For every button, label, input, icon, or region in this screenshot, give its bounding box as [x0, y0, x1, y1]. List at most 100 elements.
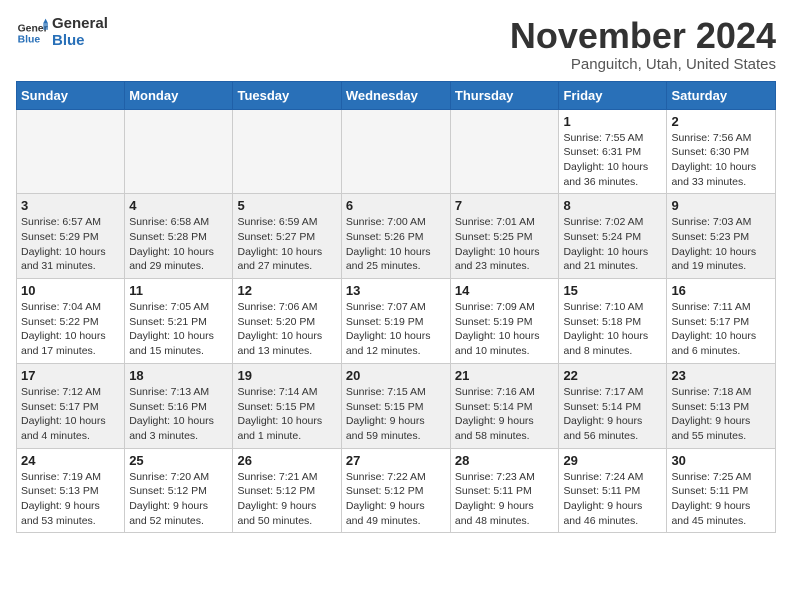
- day-info: Sunrise: 7:56 AM Sunset: 6:30 PM Dayligh…: [671, 131, 771, 190]
- day-info: Sunrise: 7:13 AM Sunset: 5:16 PM Dayligh…: [129, 385, 228, 444]
- day-info: Sunrise: 7:55 AM Sunset: 6:31 PM Dayligh…: [563, 131, 662, 190]
- day-info: Sunrise: 7:24 AM Sunset: 5:11 PM Dayligh…: [563, 470, 662, 529]
- day-number: 27: [346, 453, 446, 468]
- day-info: Sunrise: 7:09 AM Sunset: 5:19 PM Dayligh…: [455, 300, 555, 359]
- day-info: Sunrise: 7:14 AM Sunset: 5:15 PM Dayligh…: [237, 385, 336, 444]
- weekday-header-wednesday: Wednesday: [341, 81, 450, 109]
- calendar-cell: 23Sunrise: 7:18 AM Sunset: 5:13 PM Dayli…: [667, 363, 776, 448]
- logo-icon: General Blue: [16, 17, 48, 49]
- svg-text:Blue: Blue: [18, 34, 41, 45]
- weekday-header-sunday: Sunday: [17, 81, 125, 109]
- weekday-header-saturday: Saturday: [667, 81, 776, 109]
- day-number: 10: [21, 283, 120, 298]
- month-title: November 2024: [510, 16, 776, 56]
- day-number: 13: [346, 283, 446, 298]
- day-number: 1: [563, 114, 662, 129]
- calendar-cell: [233, 109, 341, 194]
- calendar-cell: 25 Sunrise: 7:20 AM Sunset: 5:12 PM Dayli…: [125, 448, 233, 533]
- calendar-cell: [341, 109, 450, 194]
- day-info: Sunrise: 7:06 AM Sunset: 5:20 PM Dayligh…: [237, 300, 336, 359]
- day-info: Sunrise: 7:12 AM Sunset: 5:17 PM Dayligh…: [21, 385, 120, 444]
- calendar-cell: 2 Sunrise: 7:56 AM Sunset: 6:30 PM Daylig…: [667, 109, 776, 194]
- day-info: Sunrise: 7:00 AM Sunset: 5:26 PM Dayligh…: [346, 215, 446, 274]
- calendar-header: SundayMondayTuesdayWednesdayThursdayFrid…: [17, 81, 776, 109]
- location-subtitle: Panguitch, Utah, United States: [510, 56, 776, 73]
- calendar-cell: 9Sunrise: 7:03 AM Sunset: 5:23 PM Daylig…: [667, 194, 776, 279]
- day-number: 3: [21, 198, 120, 213]
- day-number: 12: [237, 283, 336, 298]
- calendar-cell: 10 Sunrise: 7:04 AM Sunset: 5:22 PM Dayli…: [17, 279, 125, 364]
- day-info: Sunrise: 7:05 AM Sunset: 5:21 PM Dayligh…: [129, 300, 228, 359]
- day-number: 23: [671, 368, 771, 383]
- day-number: 11: [129, 283, 228, 298]
- day-info: Sunrise: 6:57 AM Sunset: 5:29 PM Dayligh…: [21, 215, 120, 274]
- calendar-cell: 1 Sunrise: 7:55 AM Sunset: 6:31 PM Daylig…: [559, 109, 667, 194]
- weekday-header-friday: Friday: [559, 81, 667, 109]
- calendar-week-4: 17Sunrise: 7:12 AM Sunset: 5:17 PM Dayli…: [17, 363, 776, 448]
- day-info: Sunrise: 7:25 AM Sunset: 5:11 PM Dayligh…: [671, 470, 771, 529]
- day-info: Sunrise: 7:03 AM Sunset: 5:23 PM Dayligh…: [671, 215, 771, 274]
- calendar-cell: 7Sunrise: 7:01 AM Sunset: 5:25 PM Daylig…: [450, 194, 559, 279]
- calendar-cell: 11 Sunrise: 7:05 AM Sunset: 5:21 PM Dayli…: [125, 279, 233, 364]
- calendar-cell: 24 Sunrise: 7:19 AM Sunset: 5:13 PM Dayli…: [17, 448, 125, 533]
- day-info: Sunrise: 7:17 AM Sunset: 5:14 PM Dayligh…: [563, 385, 662, 444]
- day-number: 21: [455, 368, 555, 383]
- day-number: 14: [455, 283, 555, 298]
- day-number: 19: [237, 368, 336, 383]
- logo-blue-text: Blue: [52, 33, 108, 50]
- day-number: 22: [563, 368, 662, 383]
- calendar-cell: [450, 109, 559, 194]
- calendar-cell: 13 Sunrise: 7:07 AM Sunset: 5:19 PM Dayli…: [341, 279, 450, 364]
- calendar-cell: 4Sunrise: 6:58 AM Sunset: 5:28 PM Daylig…: [125, 194, 233, 279]
- day-info: Sunrise: 7:19 AM Sunset: 5:13 PM Dayligh…: [21, 470, 120, 529]
- day-number: 16: [671, 283, 771, 298]
- calendar-cell: 5 Sunrise: 6:59 AM Sunset: 5:27 PM Daylig…: [233, 194, 341, 279]
- weekday-header-monday: Monday: [125, 81, 233, 109]
- calendar-cell: 30 Sunrise: 7:25 AM Sunset: 5:11 PM Dayli…: [667, 448, 776, 533]
- calendar-cell: 27 Sunrise: 7:22 AM Sunset: 5:12 PM Dayli…: [341, 448, 450, 533]
- calendar-cell: 16 Sunrise: 7:11 AM Sunset: 5:17 PM Dayli…: [667, 279, 776, 364]
- day-info: Sunrise: 7:22 AM Sunset: 5:12 PM Dayligh…: [346, 470, 446, 529]
- calendar-cell: 15 Sunrise: 7:10 AM Sunset: 5:18 PM Dayli…: [559, 279, 667, 364]
- day-number: 29: [563, 453, 662, 468]
- day-info: Sunrise: 7:10 AM Sunset: 5:18 PM Dayligh…: [563, 300, 662, 359]
- day-number: 25: [129, 453, 228, 468]
- calendar-cell: 18Sunrise: 7:13 AM Sunset: 5:16 PM Dayli…: [125, 363, 233, 448]
- day-number: 5: [237, 198, 336, 213]
- calendar-cell: 26 Sunrise: 7:21 AM Sunset: 5:12 PM Dayli…: [233, 448, 341, 533]
- day-number: 30: [671, 453, 771, 468]
- calendar-cell: 29 Sunrise: 7:24 AM Sunset: 5:11 PM Dayli…: [559, 448, 667, 533]
- calendar-cell: 21Sunrise: 7:16 AM Sunset: 5:14 PM Dayli…: [450, 363, 559, 448]
- day-info: Sunrise: 7:15 AM Sunset: 5:15 PM Dayligh…: [346, 385, 446, 444]
- day-info: Sunrise: 6:59 AM Sunset: 5:27 PM Dayligh…: [237, 215, 336, 274]
- day-number: 2: [671, 114, 771, 129]
- calendar-cell: 20Sunrise: 7:15 AM Sunset: 5:15 PM Dayli…: [341, 363, 450, 448]
- page-header: General Blue General Blue November 2024 …: [16, 16, 776, 73]
- day-info: Sunrise: 7:07 AM Sunset: 5:19 PM Dayligh…: [346, 300, 446, 359]
- calendar-cell: 6Sunrise: 7:00 AM Sunset: 5:26 PM Daylig…: [341, 194, 450, 279]
- weekday-header-tuesday: Tuesday: [233, 81, 341, 109]
- day-info: Sunrise: 7:20 AM Sunset: 5:12 PM Dayligh…: [129, 470, 228, 529]
- day-number: 24: [21, 453, 120, 468]
- calendar-week-5: 24 Sunrise: 7:19 AM Sunset: 5:13 PM Dayli…: [17, 448, 776, 533]
- title-block: November 2024 Panguitch, Utah, United St…: [510, 16, 776, 73]
- day-info: Sunrise: 7:04 AM Sunset: 5:22 PM Dayligh…: [21, 300, 120, 359]
- calendar-body: 1 Sunrise: 7:55 AM Sunset: 6:31 PM Daylig…: [17, 109, 776, 533]
- weekday-header-row: SundayMondayTuesdayWednesdayThursdayFrid…: [17, 81, 776, 109]
- calendar-cell: 3 Sunrise: 6:57 AM Sunset: 5:29 PM Daylig…: [17, 194, 125, 279]
- day-number: 28: [455, 453, 555, 468]
- logo: General Blue General Blue: [16, 16, 108, 49]
- calendar-cell: 14 Sunrise: 7:09 AM Sunset: 5:19 PM Dayli…: [450, 279, 559, 364]
- day-number: 15: [563, 283, 662, 298]
- calendar-cell: [17, 109, 125, 194]
- weekday-header-thursday: Thursday: [450, 81, 559, 109]
- day-info: Sunrise: 7:11 AM Sunset: 5:17 PM Dayligh…: [671, 300, 771, 359]
- day-info: Sunrise: 6:58 AM Sunset: 5:28 PM Dayligh…: [129, 215, 228, 274]
- day-number: 26: [237, 453, 336, 468]
- day-info: Sunrise: 7:21 AM Sunset: 5:12 PM Dayligh…: [237, 470, 336, 529]
- calendar-cell: 12 Sunrise: 7:06 AM Sunset: 5:20 PM Dayli…: [233, 279, 341, 364]
- day-number: 7: [455, 198, 555, 213]
- calendar-cell: 22 Sunrise: 7:17 AM Sunset: 5:14 PM Dayli…: [559, 363, 667, 448]
- calendar-cell: 19 Sunrise: 7:14 AM Sunset: 5:15 PM Dayli…: [233, 363, 341, 448]
- calendar-cell: [125, 109, 233, 194]
